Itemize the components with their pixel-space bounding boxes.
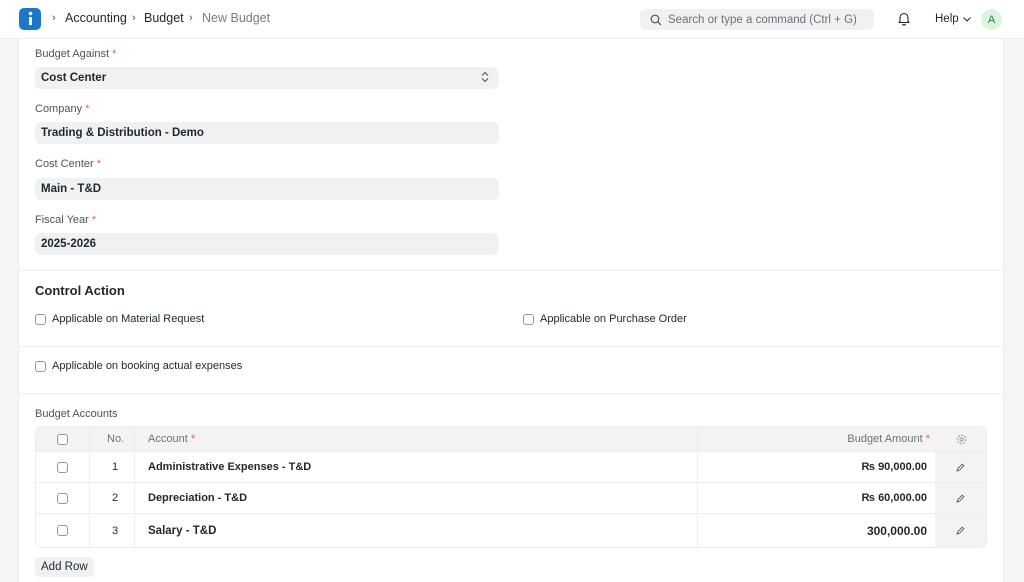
section-divider (19, 393, 1003, 394)
cost-center-label: Cost Center * (35, 158, 102, 170)
company-value: Trading & Distribution - Demo (41, 127, 204, 139)
section-divider (19, 346, 1003, 347)
checkbox-box[interactable] (35, 360, 46, 372)
section-divider (19, 270, 1003, 271)
row-checkbox[interactable] (57, 483, 74, 513)
budget-accounts-label: Budget Accounts (35, 408, 118, 420)
column-divider (89, 427, 90, 451)
cost-center-value: Main - T&D (41, 183, 102, 195)
help-label: Help (935, 13, 959, 25)
chevron-right-icon: › (189, 12, 193, 24)
checkbox-box[interactable] (57, 461, 68, 473)
fiscal-year-value: 2025-2026 (41, 238, 96, 250)
control-action-title: Control Action (35, 283, 125, 298)
add-row-button[interactable]: Add Row (35, 557, 94, 577)
row-account[interactable]: Salary - T&D (148, 514, 216, 547)
app-logo[interactable] (19, 8, 41, 30)
column-divider (134, 452, 135, 482)
breadcrumb-budget[interactable]: Budget (144, 11, 184, 25)
row-number: 2 (112, 492, 119, 504)
row-account[interactable]: Depreciation - T&D (148, 483, 247, 513)
row-number: 3 (112, 524, 119, 537)
search-icon (650, 14, 662, 25)
checkbox-box[interactable] (57, 525, 68, 536)
row-number: 1 (112, 461, 119, 473)
company-label: Company * (35, 103, 90, 115)
column-divider (89, 483, 90, 513)
row-edit-button[interactable] (956, 483, 965, 513)
no-column-header: No. (107, 433, 125, 445)
column-divider (134, 427, 135, 451)
checkbox-box[interactable] (57, 492, 68, 504)
material-request-label: Applicable on Material Request (52, 313, 205, 325)
table-header: No. Account * Budget Amount * (36, 427, 986, 452)
table-row[interactable]: 2 Depreciation - T&D ₨ 60,000.00 (36, 483, 986, 514)
row-edit-button[interactable] (956, 514, 965, 547)
help-dropdown[interactable]: Help (935, 13, 971, 25)
breadcrumb-new-budget: New Budget (202, 11, 271, 25)
chevron-down-icon (962, 16, 971, 22)
column-divider (134, 514, 135, 547)
budget-against-value: Cost Center (41, 72, 107, 84)
table-row[interactable]: 3 Salary - T&D 300,000.00 (36, 514, 986, 547)
search-input[interactable] (668, 13, 868, 26)
chevron-right-icon: › (52, 12, 56, 24)
chevron-right-icon: › (132, 12, 136, 24)
fiscal-year-field[interactable]: 2025-2026 (35, 233, 499, 255)
row-amount[interactable]: 300,000.00 (697, 514, 927, 547)
table-row[interactable]: 1 Administrative Expenses - T&D ₨ 90,000… (36, 452, 986, 483)
account-column-header: Account * (148, 433, 196, 445)
budget-against-select[interactable]: Cost Center (35, 67, 499, 89)
column-settings-icon[interactable] (956, 427, 967, 451)
column-divider (134, 483, 135, 513)
company-field[interactable]: Trading & Distribution - Demo (35, 122, 499, 144)
gear-icon (956, 434, 967, 444)
fiscal-year-label: Fiscal Year * (35, 214, 97, 226)
info-logo-icon (28, 11, 33, 25)
pencil-icon (956, 526, 965, 535)
row-checkbox[interactable] (57, 514, 74, 547)
row-account[interactable]: Administrative Expenses - T&D (148, 452, 311, 482)
budget-accounts-table: No. Account * Budget Amount * 1 Administ… (35, 426, 987, 548)
purchase-order-checkbox[interactable]: Applicable on Purchase Order (523, 313, 687, 325)
column-divider (89, 452, 90, 482)
breadcrumb-accounting[interactable]: Accounting (65, 11, 127, 25)
checkbox-box[interactable] (57, 433, 68, 445)
search-bar[interactable] (640, 9, 874, 30)
row-amount[interactable]: ₨ 60,000.00 (697, 483, 927, 513)
navbar: › Accounting › Budget › New Budget Help … (0, 0, 1024, 39)
checkbox-box[interactable] (35, 313, 46, 325)
select-arrows-icon (481, 71, 489, 83)
actual-expenses-checkbox[interactable]: Applicable on booking actual expenses (35, 360, 242, 372)
purchase-order-label: Applicable on Purchase Order (540, 313, 687, 325)
column-divider (89, 514, 90, 547)
select-all-checkbox[interactable] (57, 427, 74, 451)
row-edit-button[interactable] (956, 452, 965, 482)
cost-center-field[interactable]: Main - T&D (35, 178, 499, 200)
pencil-icon (956, 463, 965, 472)
pencil-icon (956, 494, 965, 503)
row-checkbox[interactable] (57, 452, 74, 482)
checkbox-box[interactable] (523, 313, 534, 325)
budget-against-label: Budget Against * (35, 48, 117, 60)
amount-column-header: Budget Amount * (847, 433, 930, 445)
actual-expenses-label: Applicable on booking actual expenses (52, 360, 243, 372)
user-avatar[interactable]: A (981, 9, 1002, 30)
notification-bell-icon[interactable] (897, 11, 911, 26)
material-request-checkbox[interactable]: Applicable on Material Request (35, 313, 204, 325)
row-amount[interactable]: ₨ 90,000.00 (697, 452, 927, 482)
